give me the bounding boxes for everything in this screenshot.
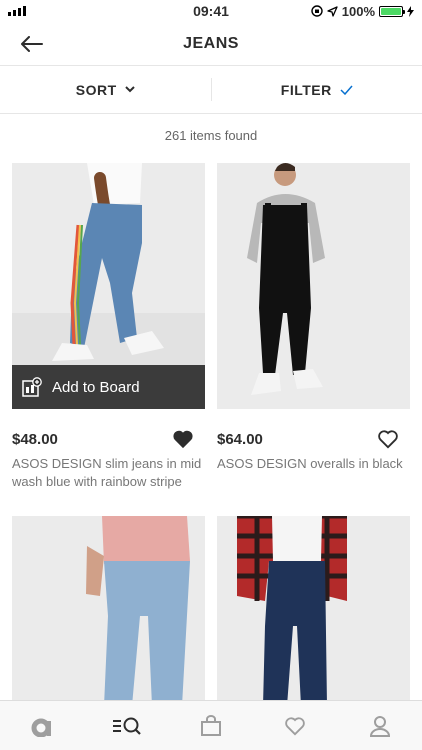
overalls-photo <box>217 163 410 409</box>
product-card[interactable] <box>12 516 205 706</box>
home-icon <box>31 718 52 737</box>
tab-home[interactable] <box>22 706 62 746</box>
product-card[interactable] <box>217 516 410 706</box>
product-image[interactable] <box>12 516 205 706</box>
check-icon <box>340 85 353 95</box>
results-count: 261 items found <box>164 128 258 143</box>
tab-bar <box>0 700 422 750</box>
heart-outline-icon <box>378 430 398 449</box>
sort-button[interactable]: SORT <box>0 66 211 113</box>
charging-icon <box>407 5 414 17</box>
product-image[interactable] <box>217 516 410 706</box>
tab-saved[interactable] <box>275 706 315 746</box>
heart-filled-icon <box>173 430 193 449</box>
product-price: $64.00 <box>217 430 263 448</box>
product-description[interactable]: ASOS DESIGN slim jeans in mid wash blue … <box>12 455 205 491</box>
product-image[interactable] <box>217 163 410 409</box>
search-icon <box>112 717 141 735</box>
add-to-board-label: Add to Board <box>52 378 140 396</box>
back-arrow-icon <box>21 36 43 52</box>
back-button[interactable] <box>18 30 46 58</box>
chevron-down-icon <box>124 86 135 93</box>
add-board-icon <box>22 377 42 397</box>
product-image[interactable]: Add to Board <box>12 163 205 409</box>
nav-header: JEANS <box>0 22 422 66</box>
filter-button[interactable]: FILTER <box>212 66 422 113</box>
battery-icon <box>379 5 405 17</box>
save-button[interactable] <box>376 428 400 450</box>
page-title: JEANS <box>183 34 239 52</box>
tab-search[interactable] <box>107 706 147 746</box>
bag-icon <box>200 714 221 736</box>
add-to-board-button[interactable]: Add to Board <box>12 365 205 409</box>
saved-icon <box>285 716 306 735</box>
product-card[interactable]: $64.00 ASOS DESIGN overalls in black <box>217 163 410 473</box>
sort-filter-bar: SORT FILTER <box>0 66 422 114</box>
signal-icon <box>8 6 26 16</box>
screen-lock-icon <box>311 5 323 17</box>
tab-bag[interactable] <box>191 706 231 746</box>
product-price: $48.00 <box>12 430 58 448</box>
account-icon <box>369 715 390 737</box>
jeans-photo <box>12 516 205 706</box>
filter-label: FILTER <box>280 81 332 98</box>
tab-account[interactable] <box>360 706 400 746</box>
location-icon <box>327 5 338 17</box>
battery-percent: 100% <box>341 3 375 19</box>
status-bar: 09:41 100% <box>0 0 422 22</box>
product-card[interactable]: Add to Board $48.00 ASOS DESIGN slim jea… <box>12 163 205 491</box>
product-description[interactable]: ASOS DESIGN overalls in black <box>217 455 410 473</box>
jeans-photo <box>217 516 410 706</box>
save-button[interactable] <box>171 428 195 450</box>
sort-label: SORT <box>75 81 117 98</box>
